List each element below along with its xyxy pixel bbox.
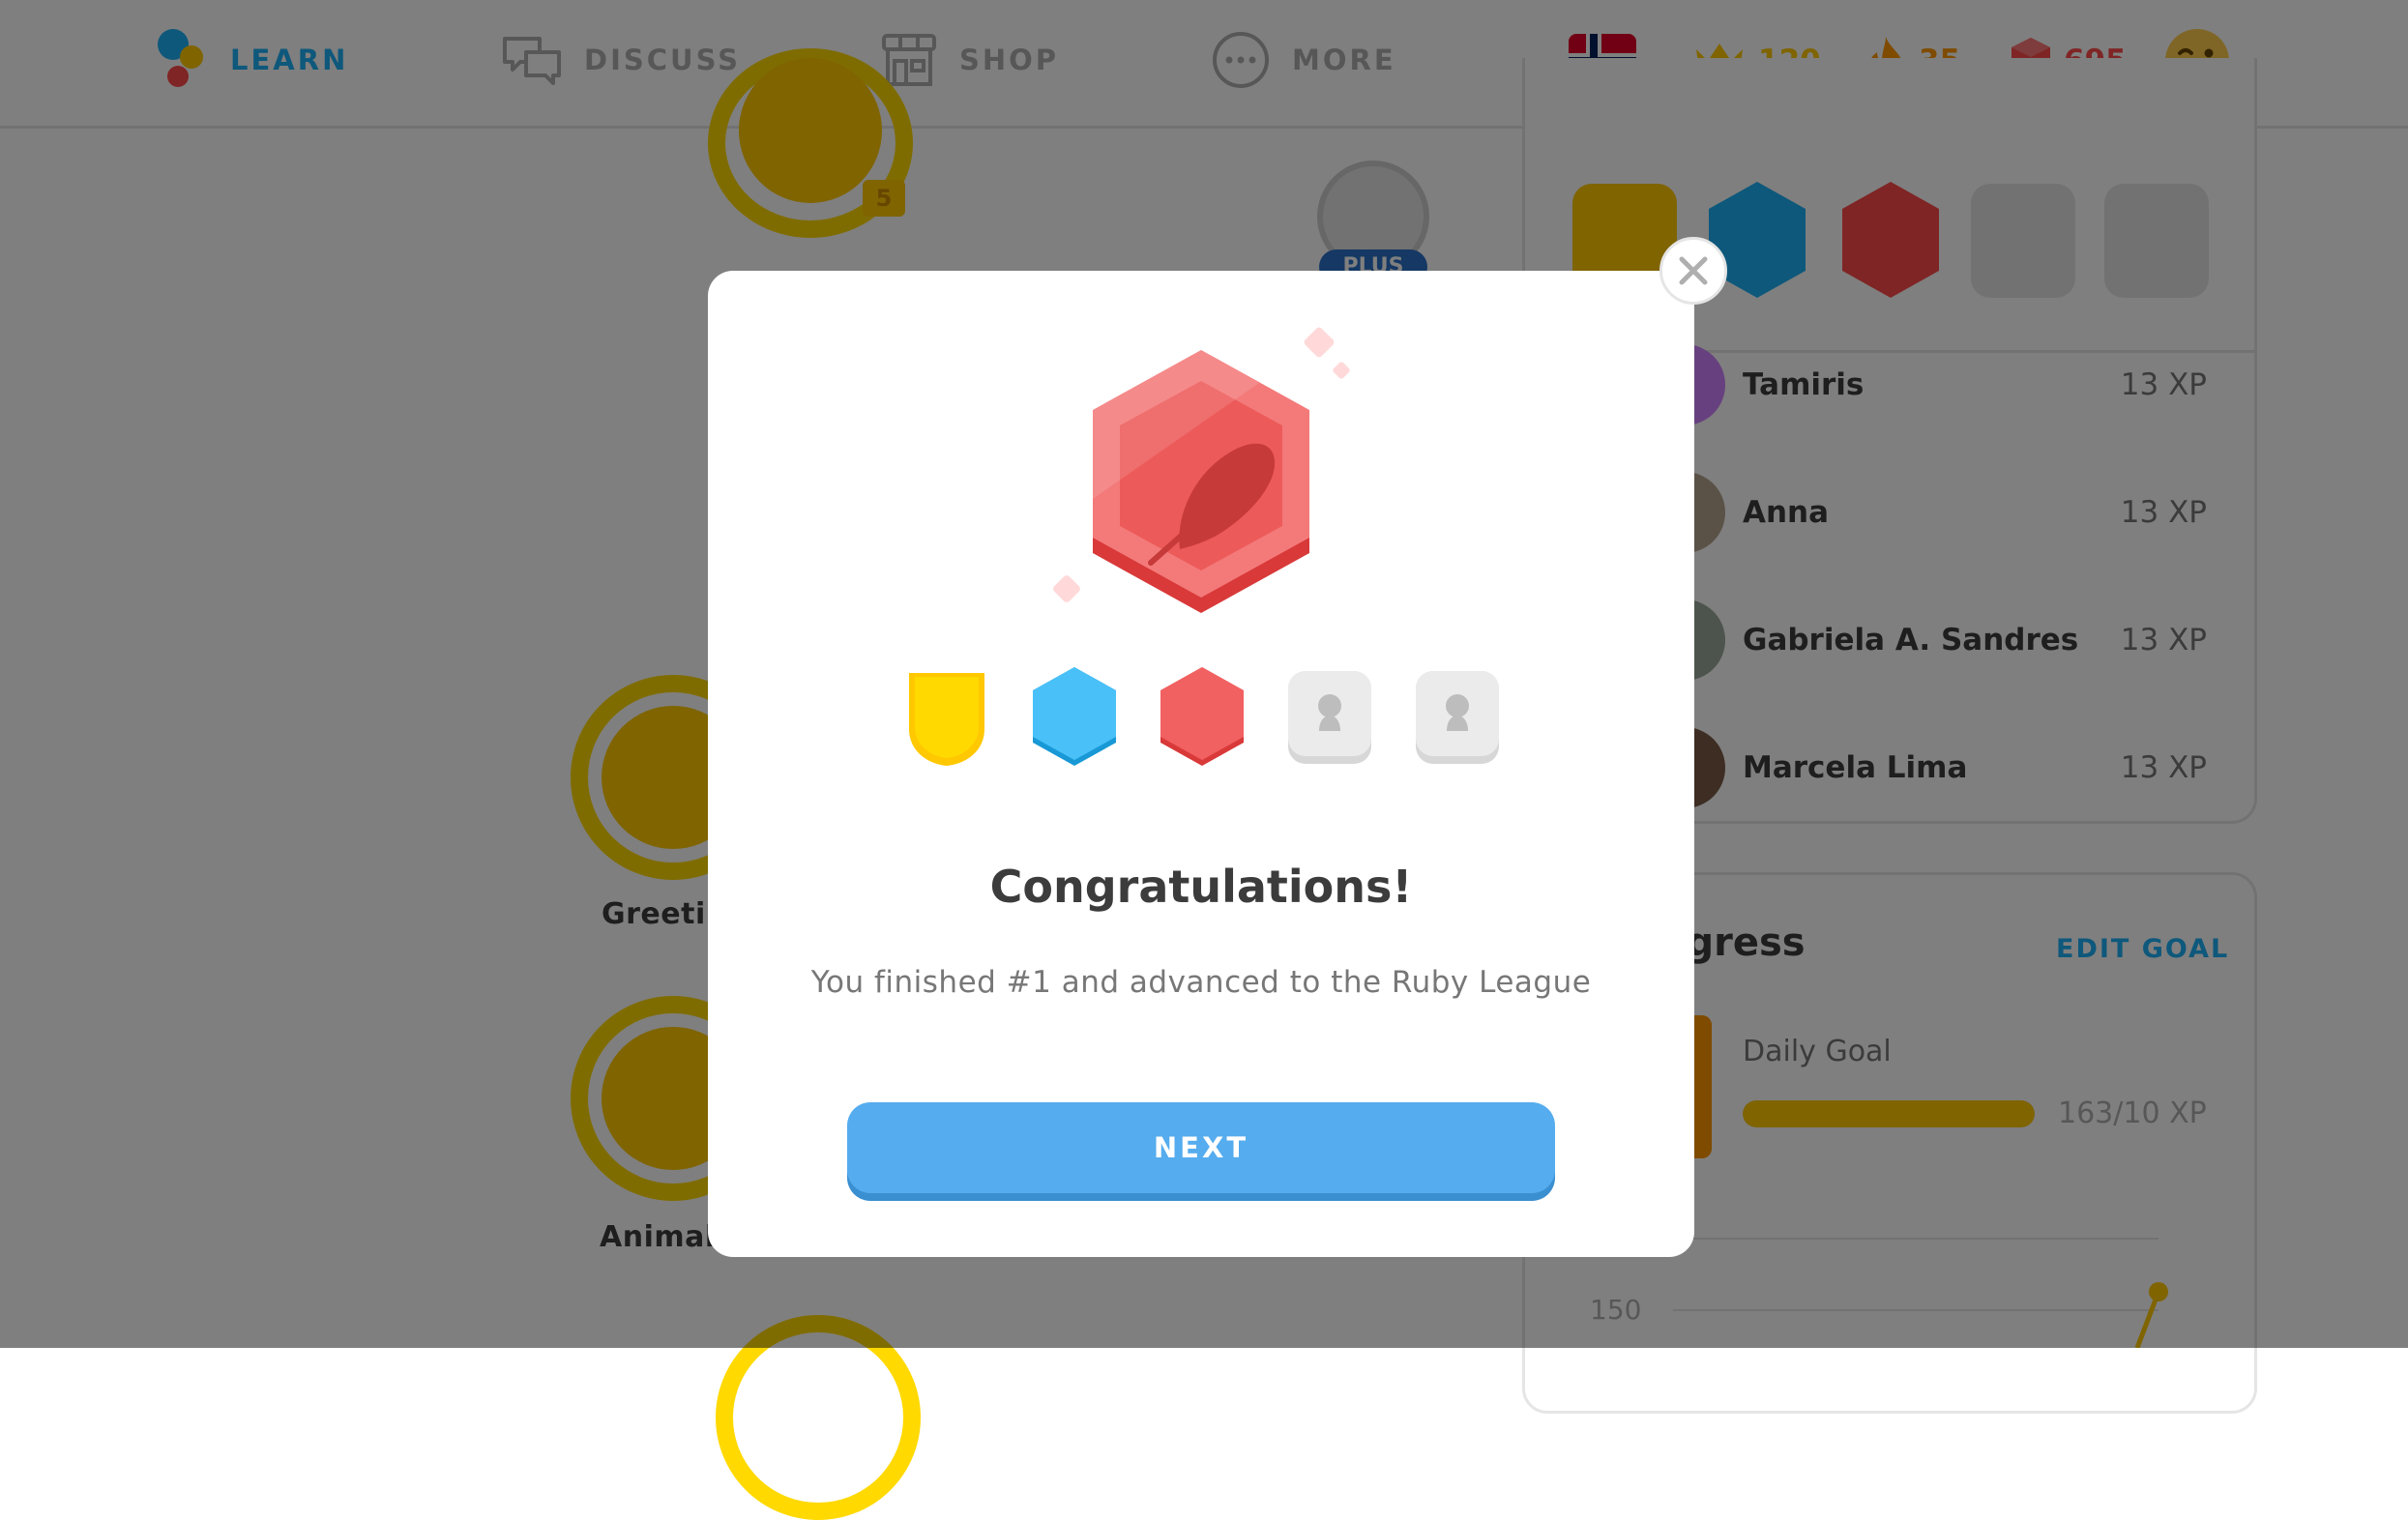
locked-league-icon bbox=[1288, 671, 1371, 764]
next-button[interactable]: NEXT bbox=[847, 1102, 1555, 1193]
modal-message: You finished #1 and advanced to the Ruby… bbox=[810, 965, 1592, 1000]
bronze-league-icon bbox=[909, 673, 984, 766]
ruby-league-badge-icon bbox=[1053, 327, 1350, 613]
locked-league-icon bbox=[1416, 671, 1499, 764]
sapphire-league-icon bbox=[1033, 667, 1116, 766]
close-modal-button[interactable] bbox=[1659, 237, 1727, 305]
modal-title: Congratulations! bbox=[989, 861, 1413, 913]
close-icon bbox=[1679, 256, 1708, 285]
ruby-league-icon bbox=[1160, 667, 1244, 766]
